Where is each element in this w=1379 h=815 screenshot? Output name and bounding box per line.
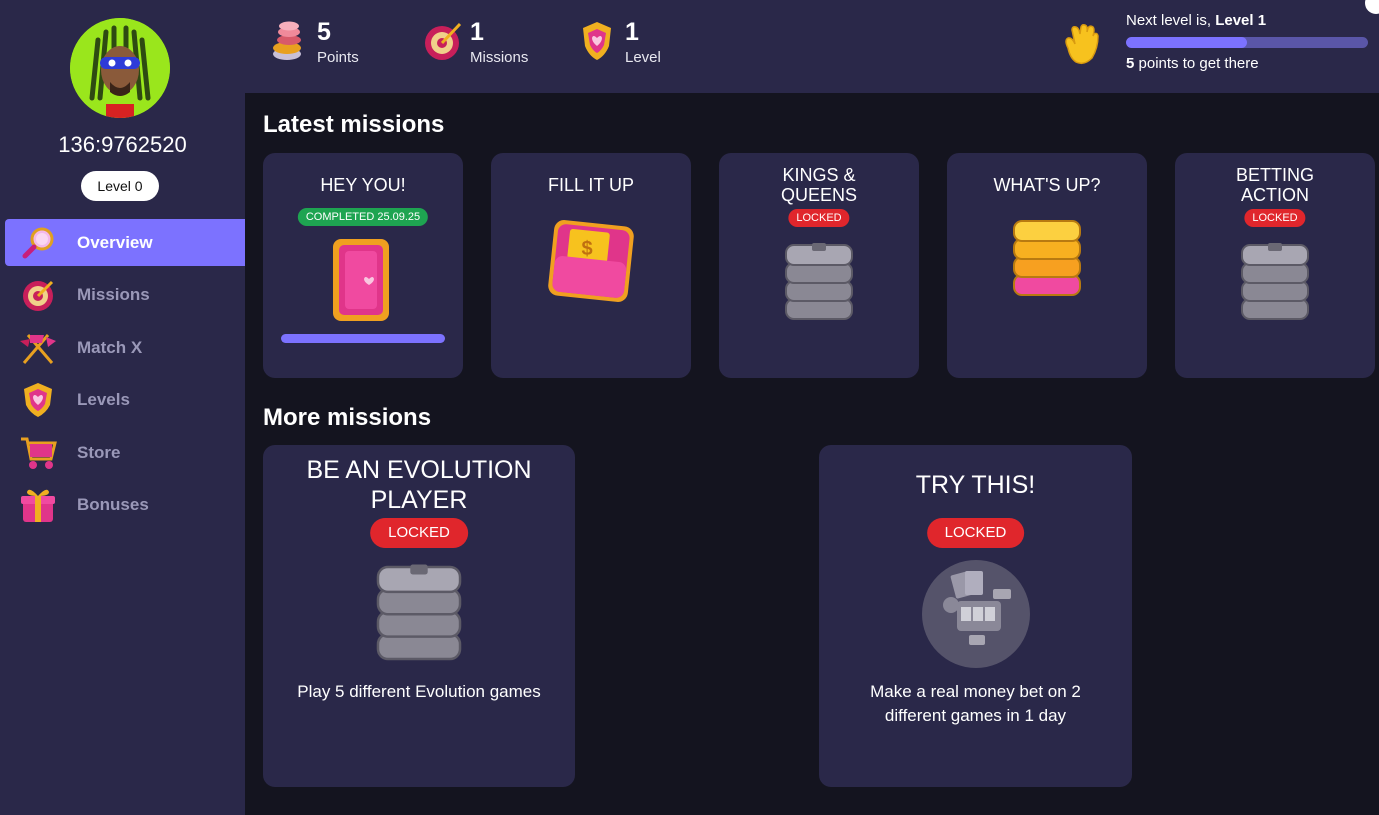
- coins-icon: [269, 18, 311, 64]
- stacked-gold-blocks-icon: [1010, 215, 1084, 306]
- mission-title: BE AN EVOLUTION PLAYER: [306, 456, 532, 514]
- door-icon: [325, 235, 401, 330]
- sidebar-item-label: Match X: [77, 337, 143, 357]
- locked-badge: LOCKED: [788, 209, 850, 227]
- points-label: Points: [317, 49, 359, 66]
- sidebar-item-store[interactable]: Store: [0, 429, 245, 476]
- mission-card-betting-action[interactable]: BETTING ACTION LOCKED: [1175, 153, 1375, 378]
- svg-text:$: $: [581, 238, 592, 260]
- shield-icon: [577, 18, 619, 64]
- sidebar-item-overview[interactable]: Overview: [5, 219, 245, 266]
- mission-title: HEY YOU!: [320, 175, 406, 195]
- magnifier-icon: [18, 223, 58, 263]
- gift-icon: [18, 485, 58, 525]
- casino-games-icon: [921, 559, 1031, 674]
- mission-title: FILL IT UP: [547, 175, 635, 195]
- mission-title: WHAT'S UP?: [993, 175, 1101, 195]
- mission-title: TRY THIS!: [915, 471, 1036, 499]
- sidebar-item-label: Overview: [77, 232, 153, 252]
- sidebar-item-match-x[interactable]: Match X: [0, 324, 245, 371]
- points-value: 5: [317, 18, 331, 46]
- sidebar-item-label: Levels: [77, 390, 130, 409]
- status-badge: COMPLETED 25.09.25: [297, 208, 429, 226]
- user-level-badge: Level 0: [81, 171, 159, 201]
- next-level-progress-bar: [1126, 37, 1368, 48]
- missions-value: 1: [470, 18, 484, 46]
- sidebar-item-missions[interactable]: Missions: [0, 272, 245, 319]
- mission-card-hey-you[interactable]: HEY YOU! COMPLETED 25.09.25: [263, 153, 463, 378]
- target-icon: [422, 18, 464, 64]
- locked-badge: LOCKED: [1244, 209, 1306, 227]
- points-to-next-level: 5 points to get there: [1126, 55, 1259, 72]
- wallet-icon: $: [543, 213, 639, 310]
- mission-card-whats-up[interactable]: WHAT'S UP?: [947, 153, 1147, 378]
- mission-description: Make a real money bet on 2 different gam…: [870, 682, 1081, 725]
- latest-missions-heading: Latest missions: [263, 111, 445, 138]
- mission-card-try-this[interactable]: TRY THIS! LOCKED Make a real money bet o…: [819, 445, 1132, 787]
- mission-card-fill-it-up[interactable]: FILL IT UP $: [491, 153, 691, 378]
- crossed-flags-icon: [18, 328, 58, 368]
- mission-card-be-an-evolution-player[interactable]: BE AN EVOLUTION PLAYER LOCKED Play 5 dif…: [263, 445, 575, 787]
- mission-progress-bar: [281, 334, 445, 343]
- missions-stat: 1 Missions: [422, 18, 528, 66]
- level-label: Level: [625, 49, 661, 66]
- level-value: 1: [625, 18, 639, 46]
- stacked-blocks-icon: [1238, 239, 1312, 330]
- missions-label: Missions: [470, 49, 529, 66]
- points-stat: 5 Points: [269, 18, 359, 66]
- sidebar-item-bonuses[interactable]: Bonuses: [0, 482, 245, 529]
- more-missions-heading: More missions: [263, 404, 432, 431]
- level-stat: 1 Level: [577, 18, 661, 66]
- stacked-blocks-icon: [373, 559, 465, 672]
- target-icon: [18, 275, 58, 315]
- sidebar: 136:9762520 Level 0 Overview Missions Ma…: [0, 0, 245, 815]
- shield-icon: [18, 380, 58, 420]
- username: 136:9762520: [58, 132, 187, 157]
- locked-badge: LOCKED: [370, 518, 468, 548]
- mission-card-kings-queens[interactable]: KINGS & QUEENS LOCKED: [719, 153, 919, 378]
- sidebar-item-label: Missions: [77, 285, 150, 304]
- progress-fill: [1126, 37, 1247, 48]
- sidebar-nav: Overview Missions Match X Levels Store B…: [0, 219, 245, 534]
- stats-header: 5 Points 1 Missions 1 Level Next level i…: [245, 0, 1379, 93]
- avatar[interactable]: [70, 18, 170, 118]
- locked-badge: LOCKED: [926, 518, 1025, 548]
- mission-title: BETTING ACTION: [1235, 165, 1314, 205]
- stacked-blocks-icon: [782, 239, 856, 330]
- sidebar-item-levels[interactable]: Levels: [0, 377, 245, 424]
- sidebar-item-label: Bonuses: [77, 495, 149, 514]
- waving-hand-icon: [1058, 22, 1104, 68]
- cart-icon: [18, 433, 58, 473]
- mission-title: KINGS & QUEENS: [780, 165, 858, 205]
- mission-description: Play 5 different Evolution games: [297, 682, 541, 701]
- sidebar-item-label: Store: [77, 442, 121, 462]
- next-level-text: Next level is, Level 1: [1126, 12, 1267, 29]
